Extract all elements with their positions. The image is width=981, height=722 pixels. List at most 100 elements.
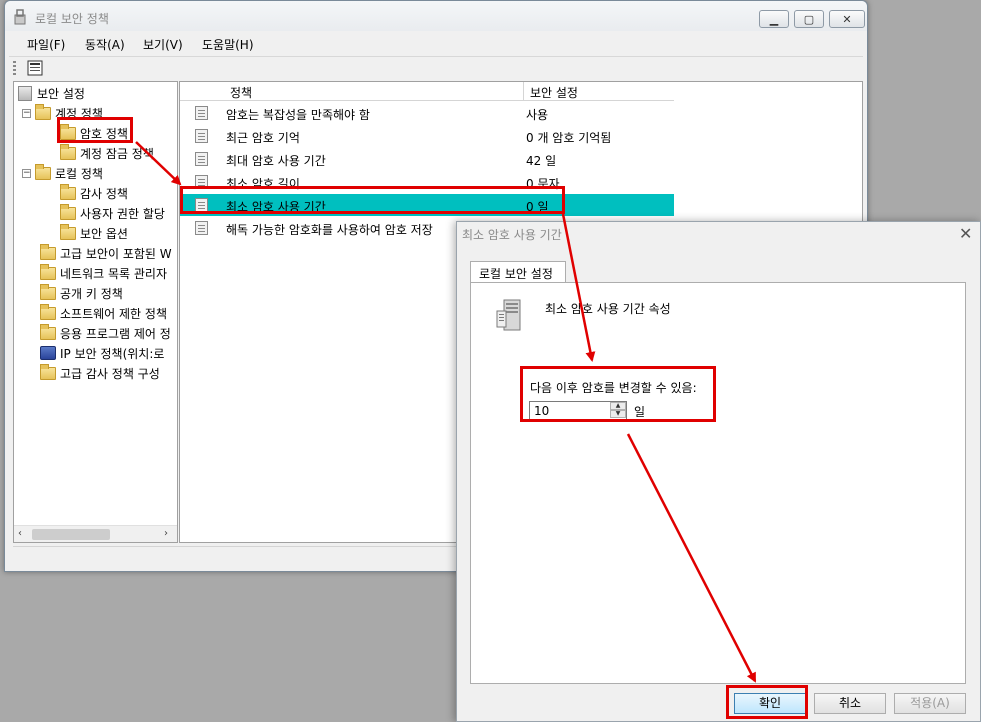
tree-item-label: 계정 정책 [55,106,103,121]
table-row[interactable]: 최근 암호 기억 0 개 암호 기억됨 [180,125,674,147]
tree-item-label: 공개 키 정책 [60,286,123,301]
min-age-stepper[interactable]: ▲ ▼ [610,402,626,419]
tree-item-label: 고급 보안이 포함된 W [60,246,172,261]
toolbar [9,56,863,78]
folder-icon [60,183,76,200]
table-row[interactable]: 최대 암호 사용 기간 42 일 [180,148,674,170]
column-header-setting[interactable]: 보안 설정 [530,84,578,101]
tree-item-label: 로컬 정책 [55,166,103,181]
menu-view[interactable]: 보기(V) [143,36,183,53]
policy-icon [195,106,208,120]
tree-item-label: 응용 프로그램 제어 정 [60,326,171,341]
policy-name: 해독 가능한 암호화를 사용하여 암호 저장 [226,223,433,237]
collapse-icon[interactable]: − [22,168,31,178]
folder-icon [60,143,76,160]
tree-item-app-control[interactable]: 응용 프로그램 제어 정 [40,323,171,342]
policy-icon [195,175,208,189]
security-policy-icon [14,9,26,25]
min-age-label: 다음 이후 암호를 변경할 수 있음: [530,381,697,395]
window-title: 로컬 보안 정책 [35,12,109,26]
folder-icon [40,303,56,320]
column-divider[interactable] [523,82,524,101]
collapse-icon[interactable]: − [22,108,31,118]
tree-item-advanced-audit[interactable]: 고급 감사 정책 구성 [40,363,160,382]
scroll-thumb[interactable] [32,529,110,540]
tree-item-password-policy[interactable]: 암호 정책 [60,123,128,142]
policy-name: 최대 암호 사용 기간 [226,154,326,168]
folder-icon [60,203,76,220]
cancel-button[interactable]: 취소 [814,693,886,714]
folder-icon [40,243,56,260]
table-row[interactable]: 최소 암호 길이 0 문자 [180,171,674,193]
tree-item-audit-policy[interactable]: 감사 정책 [60,183,128,202]
policy-setting: 0 일 [526,200,549,214]
policy-name: 최근 암호 기억 [226,131,300,145]
maximize-button[interactable]: ▢ [794,10,824,28]
apply-button[interactable]: 적용(A) [894,693,966,714]
tree-item-advanced-firewall[interactable]: 고급 보안이 포함된 W [40,243,172,262]
policy-setting: 0 문자 [526,177,560,191]
tree-item-label: IP 보안 정책(위치:로 [60,346,165,361]
tree-item-public-key[interactable]: 공개 키 정책 [40,283,123,302]
tree-item-label: 사용자 권한 할당 [80,206,165,221]
folder-icon [40,263,56,280]
dialog-title: 최소 암호 사용 기간 [462,228,562,242]
dialog-heading: 최소 암호 사용 기간 속성 [545,302,671,316]
tree-item-label: 소프트웨어 제한 정책 [60,306,167,321]
close-icon: ✕ [842,12,852,26]
folder-icon [60,123,76,140]
menu-help[interactable]: 도움말(H) [202,36,254,53]
dialog-close-icon[interactable]: ✕ [959,224,972,243]
folder-icon [40,323,56,340]
scroll-right-icon[interactable]: › [164,528,168,539]
table-row[interactable]: 암호는 복잡성을 만족해야 함 사용 [180,102,674,124]
tab-local-security-setting[interactable]: 로컬 보안 설정 [470,261,566,283]
tree-item-account-policy[interactable]: − 계정 정책 [22,103,103,122]
tree-item-security-options[interactable]: 보안 옵션 [60,223,128,242]
tree-item-local-policy[interactable]: − 로컬 정책 [22,163,103,182]
scroll-left-icon[interactable]: ‹ [18,528,22,539]
folder-icon [40,283,56,300]
tree-item-network-list[interactable]: 네트워크 목록 관리자 [40,263,167,282]
export-list-icon[interactable] [27,60,43,76]
tree-item-label: 고급 감사 정책 구성 [60,366,160,381]
tree-item-label: 네트워크 목록 관리자 [60,266,167,281]
tree-item-label: 계정 잠금 정책 [80,146,154,161]
spin-up-icon[interactable]: ▲ [610,402,626,410]
table-row-selected[interactable]: 최소 암호 사용 기간 0 일 [180,194,674,216]
menu-action[interactable]: 동작(A) [85,36,125,53]
spin-down-icon[interactable]: ▼ [610,410,626,418]
tree-root-label: 보안 설정 [37,86,85,101]
tree-pane[interactable]: 보안 설정 − 계정 정책 암호 정책 계정 잠금 정책 − 로컬 정책 감사 … [13,81,178,543]
policy-setting: 0 개 암호 기억됨 [526,131,612,145]
policy-icon [195,221,208,235]
policy-name: 암호는 복잡성을 만족해야 함 [226,108,370,122]
tree-item-user-rights[interactable]: 사용자 권한 할당 [60,203,165,222]
tree-root[interactable]: 보안 설정 [18,84,85,102]
ip-security-icon [40,346,56,360]
tree-item-lockout-policy[interactable]: 계정 잠금 정책 [60,143,154,162]
folder-icon [40,363,56,380]
tree-item-label: 보안 옵션 [80,226,128,241]
ok-button[interactable]: 확인 [734,693,806,714]
tree-item-label: 감사 정책 [80,186,128,201]
menu-file[interactable]: 파일(F) [27,36,65,53]
policy-name: 최소 암호 사용 기간 [226,200,326,214]
tree-item-software-restriction[interactable]: 소프트웨어 제한 정책 [40,303,167,322]
properties-dialog: 최소 암호 사용 기간 ✕ 로컬 보안 설정 최소 암호 사용 기간 속성 다음… [456,221,981,722]
maximize-icon: ▢ [803,12,815,26]
tree-horizontal-scrollbar[interactable]: ‹ › [14,525,177,542]
policy-icon [195,198,208,212]
close-button[interactable]: ✕ [829,10,865,28]
folder-icon [60,223,76,240]
tree-item-ip-security[interactable]: IP 보안 정책(위치:로 [40,344,164,362]
security-settings-icon [18,85,32,101]
folder-icon [35,163,51,180]
unit-label: 일 [634,405,646,419]
dialog-tab-panel: 최소 암호 사용 기간 속성 다음 이후 암호를 변경할 수 있음: ▲ ▼ 일 [470,282,966,684]
column-header-policy[interactable]: 정책 [230,84,252,101]
toolbar-grip [13,61,16,75]
policy-setting: 사용 [526,108,549,122]
minimize-button[interactable]: ▁ [759,10,789,28]
title-bar[interactable]: 로컬 보안 정책 ▁ ▢ ✕ [5,1,867,31]
